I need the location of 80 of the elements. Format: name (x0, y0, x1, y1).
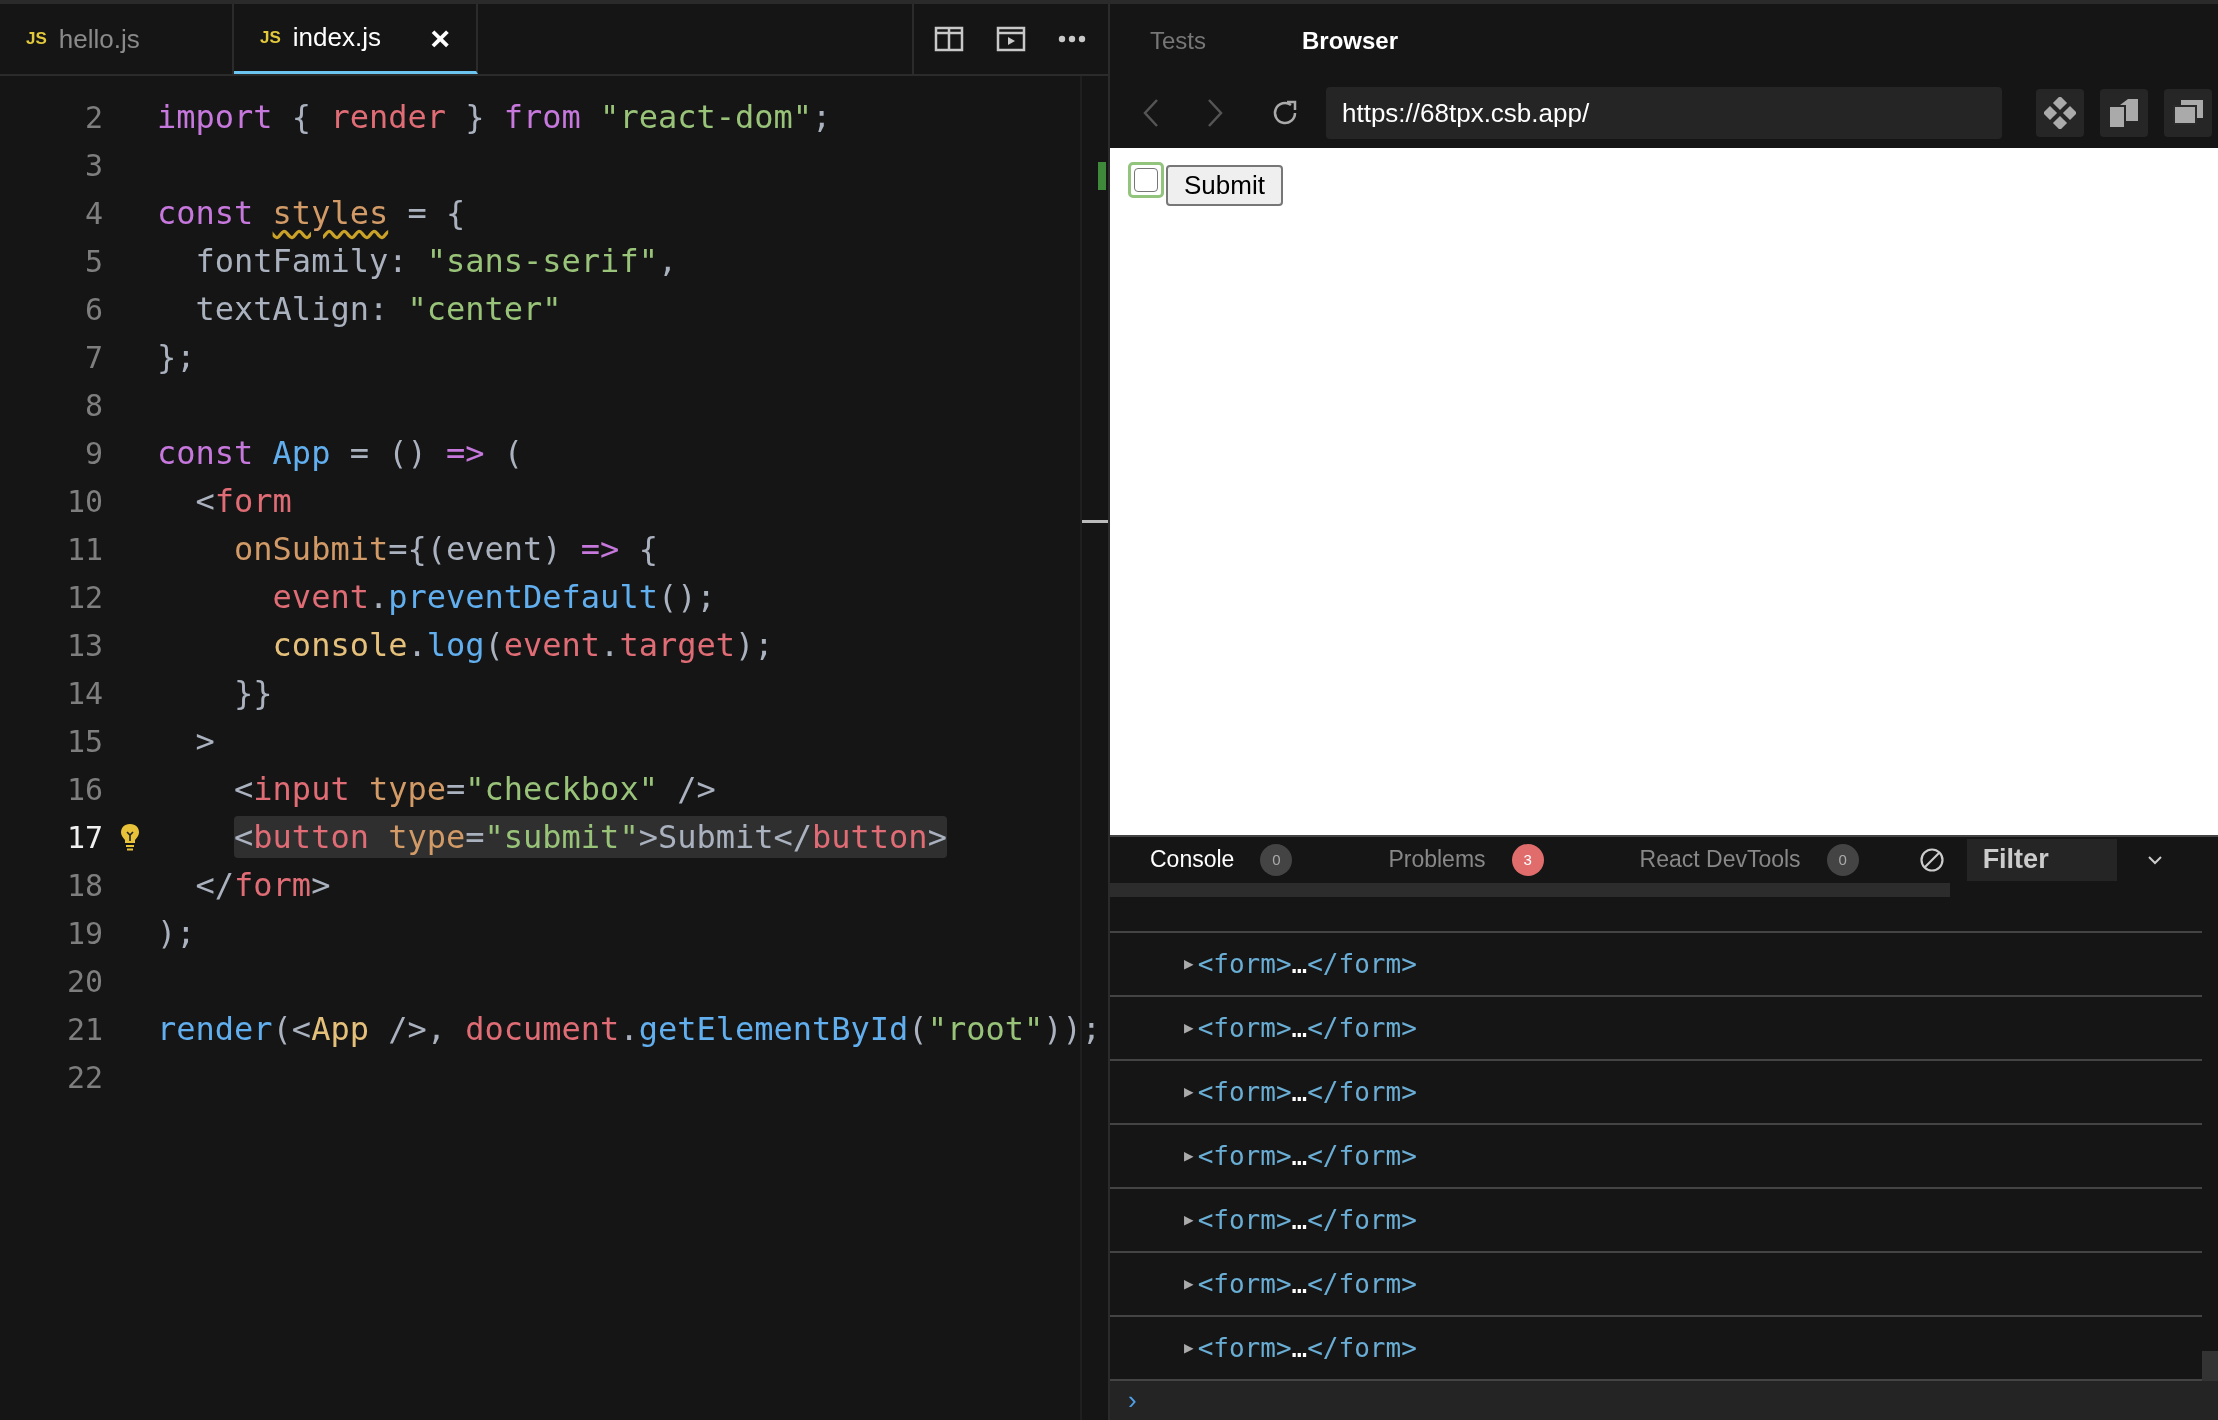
devtools-tab[interactable]: Problems (1388, 846, 1486, 874)
more-icon[interactable] (1058, 35, 1086, 43)
close-icon[interactable]: × (430, 20, 450, 55)
line-number: 3 (83, 147, 103, 183)
code-line: }} (234, 673, 273, 714)
filter-field[interactable]: Filter (1966, 838, 2117, 881)
scrollbar-thumb[interactable] (2202, 1350, 2218, 1381)
expand-icon[interactable]: ▶ (1184, 954, 1194, 974)
expand-icon[interactable]: ▶ (1184, 1146, 1194, 1166)
code-line: <input type="checkbox" /> (234, 769, 716, 810)
split-editor-icon[interactable] (934, 26, 964, 52)
prompt-icon: › (1128, 1384, 1137, 1416)
copy-icon (2108, 97, 2140, 130)
expand-icon[interactable]: ▶ (1184, 1210, 1194, 1230)
panel-tab[interactable]: Tests (1150, 27, 1206, 56)
log-entry[interactable]: <form>…</form> (1197, 1012, 1417, 1043)
devtools-tab[interactable]: React DevTools (1639, 846, 1801, 874)
count-badge: 3 (1511, 843, 1544, 876)
file-tab[interactable]: JS index.js × (234, 4, 478, 74)
toolbar-button[interactable] (2164, 89, 2212, 138)
line-number: 20 (65, 963, 103, 999)
log-entry[interactable]: <form>…</form> (1197, 1140, 1417, 1171)
line-number: 13 (65, 627, 103, 663)
line-number: 12 (65, 579, 103, 615)
submit-button[interactable]: Submit (1166, 164, 1283, 206)
count-badge: 0 (1826, 843, 1859, 876)
line-number: 17 (65, 819, 103, 855)
code-line: </form> (195, 865, 331, 906)
line-number: 14 (65, 675, 103, 711)
line-number: 21 (65, 1011, 103, 1047)
log-entry[interactable]: <form>…</form> (1197, 1076, 1417, 1107)
line-number: 6 (83, 291, 103, 327)
log-entry[interactable]: <form>…</form> (1197, 948, 1417, 979)
panel-tab[interactable]: Browser (1302, 27, 1399, 56)
code-line: const App = () => ( (157, 433, 524, 474)
log-entry[interactable]: <form>…</form> (1197, 1268, 1417, 1299)
code-line: event.preventDefault(); (272, 577, 716, 618)
line-number: 4 (83, 195, 103, 231)
code-line: textAlign: "center" (195, 289, 562, 330)
code-line: render(<App />, document.getElementById("root")); (157, 1009, 1101, 1050)
line-number: 22 (65, 1059, 103, 1095)
code-line: const styles = { (157, 193, 466, 234)
line-number: 8 (83, 387, 103, 423)
line-number: 19 (65, 915, 103, 951)
line-number: 16 (65, 771, 103, 807)
count-badge: 0 (1260, 843, 1293, 876)
file-tab[interactable]: JS hello.js (0, 4, 234, 74)
line-number: 2 (83, 99, 103, 135)
preview-icon[interactable] (996, 26, 1026, 52)
code-line: ); (157, 913, 196, 954)
log-entry[interactable]: <form>…</form> (1197, 1332, 1417, 1363)
line-number: 7 (83, 339, 103, 375)
line-number: 18 (65, 867, 103, 903)
change-marker (1098, 162, 1106, 190)
lightbulb-icon[interactable] (120, 823, 140, 851)
line-number: 15 (65, 723, 103, 759)
code-line: > (195, 721, 215, 762)
expand-icon[interactable]: ▶ (1184, 1274, 1194, 1294)
code-line: import { render } from "react-dom"; (157, 97, 832, 138)
toolbar-button[interactable] (2100, 89, 2148, 138)
line-number: 5 (83, 243, 103, 279)
code-line: onSubmit={(event) => { (234, 529, 658, 570)
code-line: console.log(event.target); (272, 625, 774, 666)
clear-icon[interactable] (1918, 846, 1945, 873)
chevron-down-icon[interactable] (2146, 854, 2163, 865)
expand-icon[interactable]: ▶ (1184, 1018, 1194, 1038)
line-number: 10 (65, 483, 103, 519)
expand-icon[interactable]: ▶ (1184, 1082, 1194, 1102)
code-line: }; (157, 337, 196, 378)
log-entry[interactable]: <form>…</form> (1197, 1204, 1417, 1235)
checkbox[interactable] (1134, 167, 1158, 192)
toolbar-button[interactable] (2036, 89, 2084, 138)
code-line: fontFamily: "sans-serif", (195, 241, 678, 282)
line-number: 11 (65, 531, 103, 567)
url-field[interactable]: https://68tpx.csb.app/ (1326, 87, 2002, 140)
line-number: 9 (83, 435, 103, 471)
code-line: <form (195, 481, 292, 522)
diamond-icon (2044, 97, 2076, 130)
expand-icon[interactable]: ▶ (1184, 1338, 1194, 1358)
devtools-tab[interactable]: Console (1150, 846, 1235, 874)
